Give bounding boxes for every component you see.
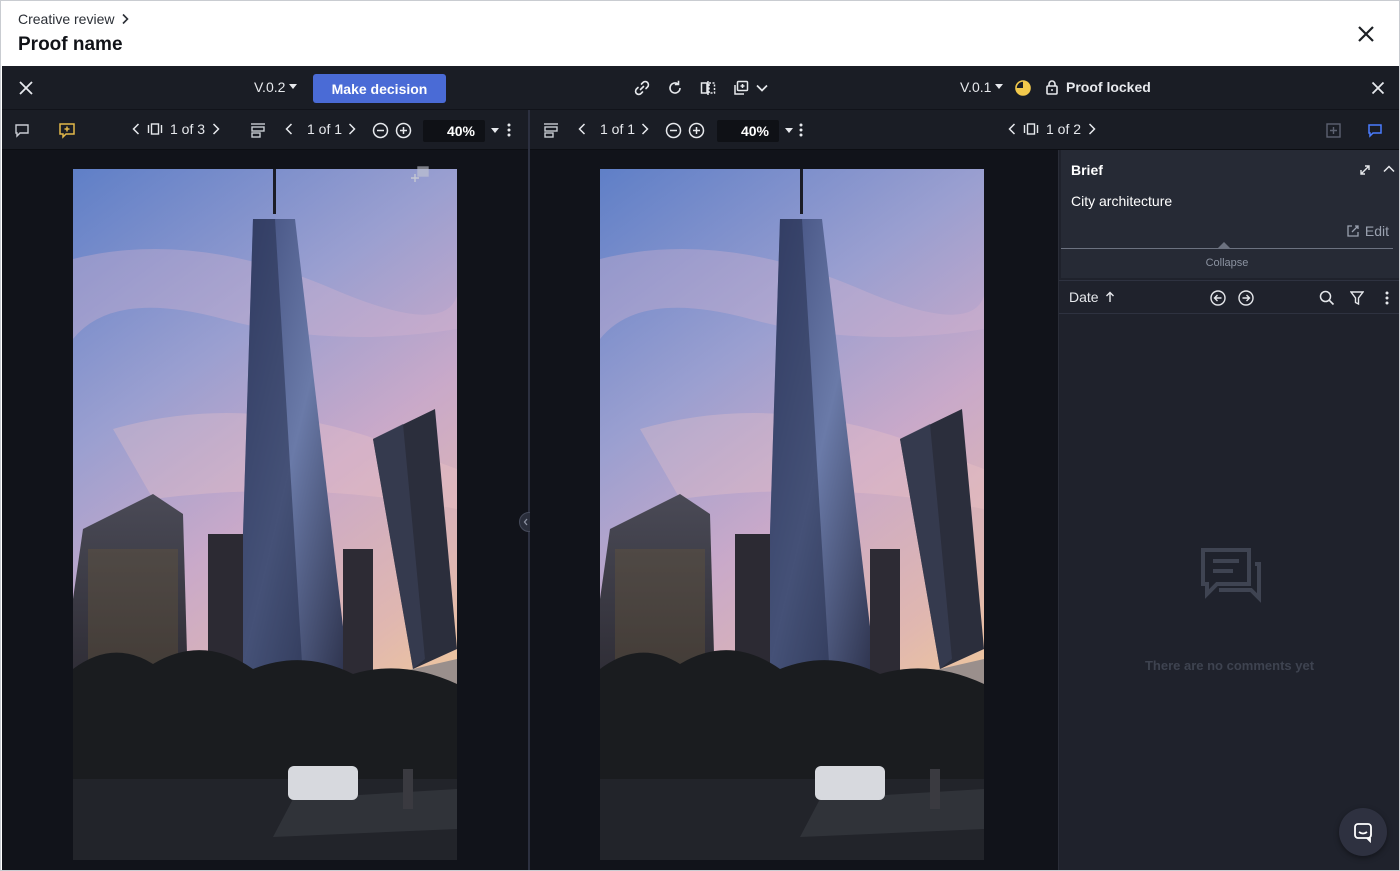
chevron-right-icon <box>120 13 130 25</box>
lock-icon <box>1045 79 1059 95</box>
comment-panel-icon[interactable] <box>1367 122 1383 138</box>
chevron-down-icon <box>785 128 793 134</box>
next-page-icon[interactable] <box>212 123 220 135</box>
zoom-out-icon[interactable] <box>372 122 389 139</box>
proof-locked-label: Proof locked <box>1066 79 1151 95</box>
brief-panel: Brief City architecture Edit Collapse <box>1061 150 1399 278</box>
left-proof-image[interactable] <box>73 169 457 860</box>
close-page-icon[interactable] <box>1355 23 1377 45</box>
link-icon[interactable] <box>633 79 651 97</box>
next-circle-icon[interactable] <box>1238 290 1254 306</box>
brief-title: Brief <box>1071 162 1103 178</box>
left-frame-counter: 1 of 1 <box>307 121 343 137</box>
right-version-select[interactable]: V.0.1 <box>960 79 1004 95</box>
zoom-out-icon[interactable] <box>665 122 682 139</box>
right-zoom-select[interactable]: 40% <box>717 120 793 142</box>
right-frame-counter: 1 of 1 <box>600 121 636 137</box>
next-frame-icon[interactable] <box>641 123 649 135</box>
duplicate-menu[interactable] <box>732 79 768 97</box>
brief-divider <box>1061 248 1393 249</box>
right-frame-nav: 1 of 1 <box>578 121 649 137</box>
left-version-select[interactable]: V.0.2 <box>254 79 298 95</box>
chat-icon <box>1352 821 1374 843</box>
compare-icon[interactable] <box>699 79 717 97</box>
collapse-button[interactable]: Collapse <box>1061 257 1393 269</box>
right-page-counter: 1 of 2 <box>1046 121 1082 137</box>
comment-icon[interactable] <box>14 122 30 138</box>
proof-locked-status: Proof locked <box>1045 79 1151 95</box>
left-frame-nav: 1 of 1 <box>285 121 356 137</box>
breadcrumb-link[interactable]: Creative review <box>18 11 114 27</box>
prev-page-icon[interactable] <box>1008 123 1016 135</box>
make-decision-button[interactable]: Make decision <box>313 74 446 103</box>
empty-comments-text: There are no comments yet <box>1144 658 1315 673</box>
left-page-counter: 1 of 3 <box>170 121 206 137</box>
right-zoom-value: 40% <box>717 120 779 142</box>
prev-frame-icon[interactable] <box>578 123 586 135</box>
left-canvas[interactable] <box>2 150 529 870</box>
chevron-up-icon[interactable] <box>1383 165 1395 173</box>
main-toolbar: V.0.2 Make decision V.0.1 Proof locked <box>2 66 1399 110</box>
left-zoom-value: 40% <box>423 120 485 142</box>
drop-pin-icon[interactable] <box>406 165 432 191</box>
right-proof-image[interactable] <box>600 169 984 860</box>
align-icon[interactable] <box>249 122 267 140</box>
pane-toolbar: 1 of 3 1 of 1 40% 1 of 1 40% 1 of 2 <box>2 110 1399 150</box>
prev-circle-icon[interactable] <box>1210 290 1226 306</box>
prev-page-icon[interactable] <box>132 123 140 135</box>
proof-viewer: V.0.2 Make decision V.0.1 Proof locked 1… <box>2 66 1399 870</box>
chevron-down-icon <box>289 84 298 90</box>
right-page-nav: 1 of 2 <box>1008 121 1096 137</box>
filmstrip-icon[interactable] <box>1023 122 1039 136</box>
no-comments-icon <box>1199 546 1263 610</box>
breadcrumb[interactable]: Creative review <box>18 11 130 27</box>
edit-brief-button[interactable]: Edit <box>1346 223 1389 239</box>
add-annotation-icon[interactable] <box>1325 122 1342 139</box>
close-compare-icon[interactable] <box>1371 81 1385 95</box>
comments-toolbar: Date <box>1059 280 1399 314</box>
refresh-icon[interactable] <box>666 79 684 97</box>
search-icon[interactable] <box>1319 290 1335 306</box>
sort-label: Date <box>1069 289 1099 305</box>
right-canvas[interactable] <box>530 150 1058 870</box>
page-title: Proof name <box>18 34 123 55</box>
more-icon[interactable] <box>1385 290 1389 306</box>
chat-button[interactable] <box>1339 808 1387 856</box>
duplicate-icon <box>732 79 750 97</box>
close-icon[interactable] <box>18 80 34 96</box>
next-frame-icon[interactable] <box>348 123 356 135</box>
prev-frame-icon[interactable] <box>285 123 293 135</box>
zoom-in-icon[interactable] <box>688 122 705 139</box>
review-window: Creative review Proof name V.0.2 Make de… <box>0 0 1400 871</box>
left-page-nav: 1 of 3 <box>132 121 220 137</box>
brief-text: City architecture <box>1071 193 1173 209</box>
page-header: Creative review Proof name <box>1 1 1399 66</box>
left-version-label: V.0.2 <box>254 79 286 95</box>
add-annotation-icon[interactable] <box>58 121 76 139</box>
expand-icon[interactable] <box>1359 164 1371 176</box>
sort-by-date[interactable]: Date <box>1069 289 1115 305</box>
left-zoom-select[interactable]: 40% <box>423 120 499 142</box>
filmstrip-icon[interactable] <box>147 122 163 136</box>
edit-label: Edit <box>1364 223 1389 239</box>
next-page-icon[interactable] <box>1088 123 1096 135</box>
more-icon[interactable] <box>507 122 511 138</box>
filter-icon[interactable] <box>1350 290 1364 306</box>
more-icon[interactable] <box>799 122 803 138</box>
chevron-down-icon <box>995 84 1004 90</box>
status-pie-icon <box>1015 80 1031 96</box>
right-version-label: V.0.1 <box>960 79 992 95</box>
align-icon[interactable] <box>542 122 560 140</box>
comments-sidebar: Brief City architecture Edit Collapse Da… <box>1058 150 1399 870</box>
zoom-in-icon[interactable] <box>395 122 412 139</box>
edit-icon <box>1346 224 1360 238</box>
arrow-up-icon <box>1105 291 1115 303</box>
chevron-down-icon <box>491 128 499 134</box>
chevron-down-icon <box>756 84 768 92</box>
